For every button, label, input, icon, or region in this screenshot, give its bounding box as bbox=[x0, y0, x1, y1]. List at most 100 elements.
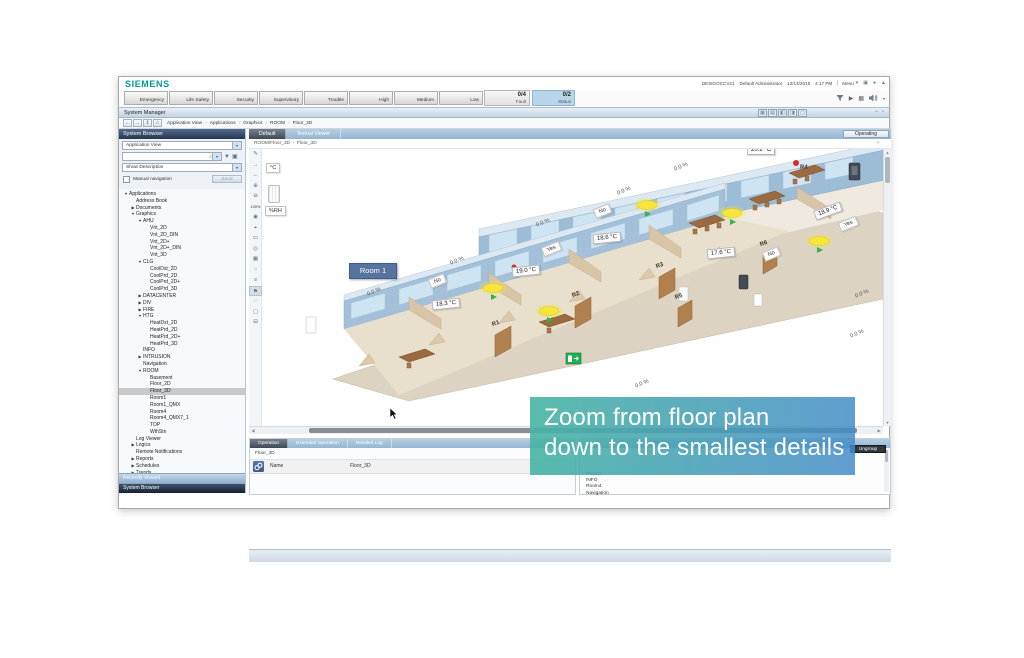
current-user[interactable]: Default Administrator bbox=[740, 81, 783, 86]
tree-node-intrusion[interactable]: ▶INTRUSION bbox=[119, 354, 245, 361]
shape-icon[interactable]: ▱ bbox=[249, 296, 262, 307]
page-icon[interactable]: ▢ bbox=[249, 307, 262, 318]
alarm-button-emergency[interactable]: Emergency bbox=[124, 91, 168, 105]
operation-tab-operation[interactable]: Operation bbox=[250, 439, 288, 448]
zoom-out-icon[interactable]: ⊖ bbox=[249, 191, 262, 202]
tree-node-schedules[interactable]: ▶Schedules bbox=[119, 463, 245, 470]
alarm-button-security[interactable]: Security bbox=[214, 91, 258, 105]
tree-node-htg[interactable]: ▼HTG bbox=[119, 313, 245, 320]
tree-node-ahu[interactable]: ▼AHU bbox=[119, 218, 245, 225]
related-item-navigation[interactable]: Navigation bbox=[586, 491, 890, 497]
pan-icon[interactable]: ▭ bbox=[249, 233, 262, 244]
tree-node-top[interactable]: TOP bbox=[119, 422, 245, 429]
arrow-left-icon[interactable]: ← bbox=[249, 170, 262, 181]
breadcrumb-item-application-view[interactable]: Application View bbox=[167, 121, 202, 126]
minimize-icon[interactable]: ‒ bbox=[875, 109, 878, 115]
filter-icon[interactable]: ▼ bbox=[224, 154, 230, 160]
vertical-scroll-thumb[interactable] bbox=[885, 157, 890, 183]
layout-preset-button-[interactable]: ◨ bbox=[788, 109, 797, 117]
tree-node-documents[interactable]: ▶Documents bbox=[119, 205, 245, 212]
alarm-button-supervisory[interactable]: Supervisory bbox=[259, 91, 303, 105]
room-navigation-button[interactable]: Room 1 bbox=[349, 263, 397, 279]
forward-icon[interactable]: → bbox=[133, 119, 142, 127]
alarm-button-life-safety[interactable]: Life Safety bbox=[169, 91, 213, 105]
tree-node-vnt-3d[interactable]: Vnt_3D bbox=[119, 252, 245, 259]
layout-preset-button-[interactable]: ▤ bbox=[768, 109, 777, 117]
tree-node-floor-2d[interactable]: Floor_2D bbox=[119, 381, 245, 388]
layout-preset-button-[interactable]: ▢ bbox=[798, 109, 807, 117]
operation-tab-extended-operation[interactable]: Extended Operation bbox=[288, 439, 348, 448]
tree-node-coolprd-2d[interactable]: CoolPrd_2D bbox=[119, 273, 245, 280]
tree-node-heatprd-2d[interactable]: HeatPrd_2D+ bbox=[119, 334, 245, 341]
tree-node-vnt-2d[interactable]: Vnt_2D bbox=[119, 225, 245, 232]
viewer-tab-textual-viewer[interactable]: Textual Viewer bbox=[286, 129, 341, 139]
layout-tiles-icon[interactable]: ▦ bbox=[858, 95, 864, 102]
window-icon[interactable]: ▣ bbox=[863, 80, 868, 86]
scroll-up-icon[interactable]: ▲ bbox=[884, 149, 891, 156]
print-icon[interactable]: ⊟ bbox=[249, 317, 262, 328]
breadcrumb-item-applications[interactable]: Applications bbox=[205, 121, 235, 126]
viewer-tab-default[interactable]: Default bbox=[249, 129, 286, 139]
tree-node-vnt-2d[interactable]: Vnt_2D+ bbox=[119, 239, 245, 246]
zoom-in-icon[interactable]: ⊕ bbox=[249, 181, 262, 192]
fault-summary[interactable]: 0/4 Fault bbox=[484, 90, 530, 106]
tree-node-datacenter[interactable]: ▶DATACENTER bbox=[119, 293, 245, 300]
tree-node-navigation[interactable]: Navigation bbox=[119, 361, 245, 368]
doc-extra-icon[interactable]: ✧ bbox=[876, 139, 880, 149]
scroll-left-icon[interactable]: ◀ bbox=[249, 427, 257, 434]
layout-preset-button-[interactable]: ◧ bbox=[778, 109, 787, 117]
property-value[interactable]: Floor_3D bbox=[350, 463, 371, 469]
tree-node-room1-qmx[interactable]: Room1_QMX bbox=[119, 402, 245, 409]
chevron-down-icon[interactable]: ▾ bbox=[883, 96, 885, 101]
tree-node-wthstn[interactable]: WthStn bbox=[119, 429, 245, 436]
search-input[interactable]: ⌕ ▾ bbox=[122, 152, 222, 161]
layers-icon[interactable]: ▦ bbox=[249, 254, 262, 265]
tree-node-floor-3d[interactable]: Floor_3D bbox=[119, 388, 245, 395]
humidity-unit-chip[interactable]: %RH bbox=[265, 206, 286, 216]
document-path[interactable]: ROOM/Floor_3D bbox=[254, 141, 290, 146]
breadcrumb-item-graphics[interactable]: Graphics bbox=[239, 121, 263, 126]
list-icon[interactable]: ≡ bbox=[249, 275, 262, 286]
collapse-icon[interactable]: ▲ bbox=[881, 80, 886, 86]
edit-icon[interactable]: ✎ bbox=[249, 149, 262, 160]
arrow-right-icon[interactable]: → bbox=[249, 160, 262, 171]
tree-node-coolprd-2d[interactable]: CoolPrd_2D+ bbox=[119, 279, 245, 286]
back-icon[interactable]: ← bbox=[123, 119, 132, 127]
tree-node-heatprd-3d[interactable]: HeatPrd_3D bbox=[119, 341, 245, 348]
graphics-vertical-scrollbar[interactable]: ▲ ▼ bbox=[883, 149, 891, 426]
graphics-canvas[interactable]: Room 118.3 °C19.0 °C18.6 °C17.6 °C18.9 °… bbox=[249, 149, 883, 426]
tree-node-logics[interactable]: ▶Logics bbox=[119, 442, 245, 449]
description-select[interactable]: Show Description ▾ bbox=[122, 163, 242, 172]
up-icon[interactable]: ↥ bbox=[143, 119, 152, 127]
tree-node-reports[interactable]: ▶Reports bbox=[119, 456, 245, 463]
radiator-icon[interactable] bbox=[268, 185, 280, 203]
tree-node-room1[interactable]: Room1 bbox=[119, 395, 245, 402]
alarm-button-medium[interactable]: Medium bbox=[394, 91, 438, 105]
tree-node-room4[interactable]: Room4 bbox=[119, 409, 245, 416]
alarm-button-high[interactable]: High bbox=[349, 91, 393, 105]
related-scrollbar[interactable] bbox=[884, 449, 889, 492]
tree-node-applications[interactable]: ▼Applications bbox=[119, 191, 245, 198]
tree-node-vnt-2d-din[interactable]: Vnt_2D_DIN bbox=[119, 232, 245, 239]
tree-node-info[interactable]: INFO bbox=[119, 347, 245, 354]
system-browser-tab[interactable]: System Browser bbox=[119, 483, 245, 493]
alarm-button-trouble[interactable]: Trouble bbox=[304, 91, 348, 105]
status-summary[interactable]: 0/2 Status bbox=[532, 90, 575, 106]
menu-button[interactable]: Menu▾ bbox=[837, 80, 858, 86]
alarm-button-low[interactable]: Low bbox=[439, 91, 483, 105]
tree-node-div[interactable]: ▶DIV bbox=[119, 300, 245, 307]
zoom-region-icon[interactable]: ◎ bbox=[249, 244, 262, 255]
tree-node-coolprd-3d[interactable]: CoolPrd_3D bbox=[119, 286, 245, 293]
tree-node-clg[interactable]: ▼CLG bbox=[119, 259, 245, 266]
tree-node-address-book[interactable]: Address Book bbox=[119, 198, 245, 205]
tree-node-fire[interactable]: ▶FIRE bbox=[119, 307, 245, 314]
recently-viewed-tab[interactable]: Recently Viewed bbox=[119, 473, 245, 483]
restore-icon[interactable]: ▫ bbox=[882, 109, 884, 115]
ungroup-button[interactable]: Ungroup bbox=[850, 445, 886, 453]
send-button[interactable]: Send bbox=[212, 175, 242, 183]
manual-navigation-checkbox[interactable] bbox=[123, 176, 130, 183]
speaker-icon[interactable] bbox=[869, 94, 878, 102]
tree-node-log-viewer[interactable]: Log Viewer bbox=[119, 436, 245, 443]
tree-node-room[interactable]: ▼ROOM bbox=[119, 368, 245, 375]
tree-node-heatprd-2d[interactable]: HeatPrd_2D bbox=[119, 327, 245, 334]
